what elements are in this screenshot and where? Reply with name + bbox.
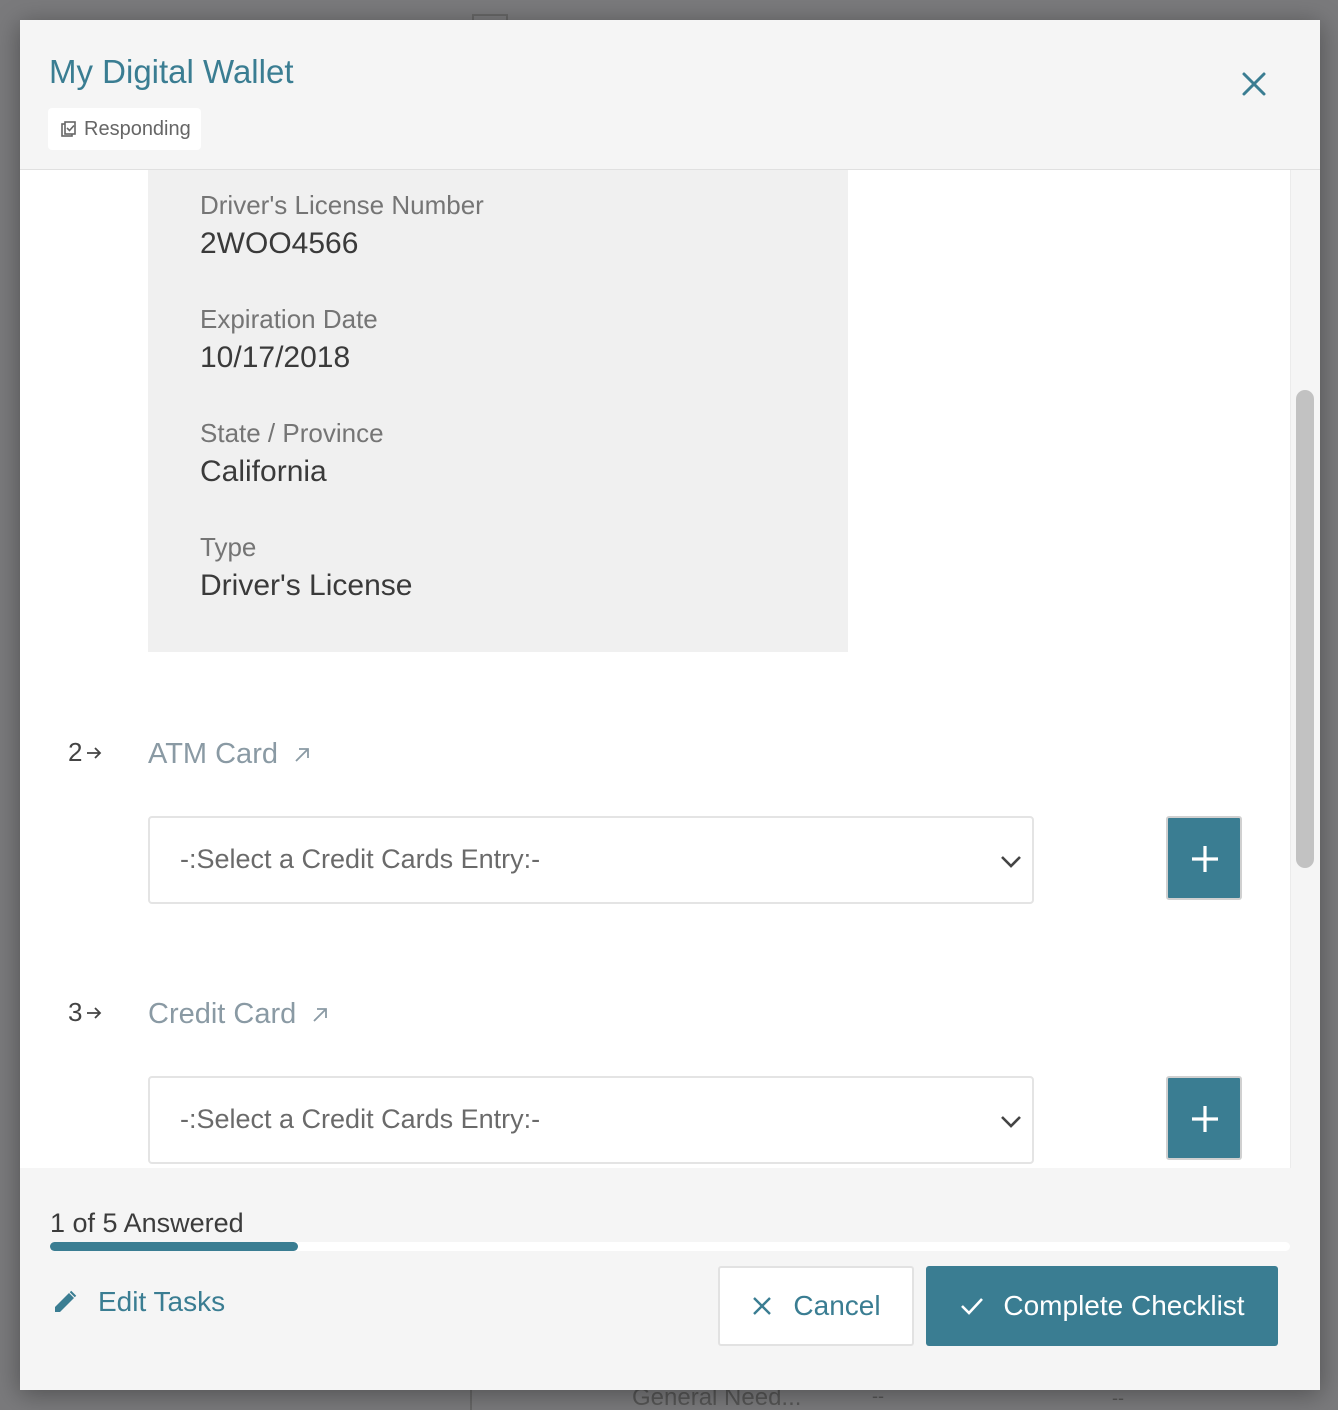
field-state-province: State / Province California [200,418,384,489]
background-dash: -- [1112,1388,1124,1408]
credit-card-select[interactable]: -:Select a Credit Cards Entry:- [148,1076,1034,1164]
task-title-text: Credit Card [148,998,297,1030]
cancel-button[interactable]: Cancel [718,1266,914,1346]
field-value: California [200,455,327,488]
background-row-edge [470,1388,510,1410]
add-credit-card-button[interactable] [1166,1076,1242,1160]
task-number: 3 [68,997,104,1028]
edit-tasks-label: Edit Tasks [98,1286,226,1317]
select-value: -:Select a Credit Cards Entry:- [180,1104,541,1134]
plus-icon [1192,1106,1218,1132]
checkmark-icon [961,1298,984,1315]
progress-fill [50,1242,298,1251]
modal-footer: 1 of 5 Answered Edit Tasks Cancel Comple… [20,1168,1320,1390]
task-number: 2 [68,737,104,768]
cancel-label: Cancel [793,1290,881,1321]
add-atm-card-button[interactable] [1166,816,1242,900]
arrow-right-icon [87,1006,102,1019]
field-label: State / Province [200,418,384,448]
close-button[interactable] [1238,68,1270,100]
edit-tasks-link[interactable]: Edit Tasks [52,1286,225,1318]
checklist-modal: My Digital Wallet Responding Driver's Li… [20,20,1320,1390]
pencil-icon [55,1290,77,1312]
field-value: 10/17/2018 [200,341,351,374]
field-value: Driver's License [200,569,413,602]
scrollbar-thumb[interactable] [1296,390,1314,868]
chevron-down-icon [1001,856,1021,868]
progress-bar [50,1242,1290,1251]
task-number-text: 2 [68,737,83,767]
task-title-text: ATM Card [148,738,278,770]
field-license-number: Driver's License Number 2WOO4566 [200,190,484,261]
task-number-text: 3 [68,997,83,1027]
chevron-down-icon [1001,1116,1021,1128]
responding-icon [61,121,76,137]
field-label: Expiration Date [200,304,378,334]
field-label: Type [200,532,257,562]
modal-body: Driver's License Number 2WOO4566 Expirat… [20,170,1320,1168]
record-details-card: Driver's License Number 2WOO4566 Expirat… [148,170,848,652]
modal-title: My Digital Wallet [49,53,294,90]
task-title-atm-card: ATM Card [148,738,312,771]
complete-label: Complete Checklist [1003,1290,1245,1321]
field-type: Type Driver's License [200,532,412,603]
complete-checklist-button[interactable]: Complete Checklist [926,1266,1278,1346]
atm-card-select[interactable]: -:Select a Credit Cards Entry:- [148,816,1034,904]
plus-icon [1192,846,1218,872]
status-badge: Responding [48,108,201,150]
modal-header: My Digital Wallet Responding [20,20,1320,170]
progress-text: 1 of 5 Answered [50,1208,244,1238]
arrow-right-icon [87,746,102,759]
close-icon [1242,72,1266,96]
field-value: 2WOO4566 [200,227,359,260]
task-title-credit-card: Credit Card [148,998,330,1031]
close-icon [753,1297,772,1315]
field-expiration-date: Expiration Date 10/17/2018 [200,304,378,375]
select-value: -:Select a Credit Cards Entry:- [180,844,541,874]
status-text: Responding [84,117,191,140]
field-label: Driver's License Number [200,190,484,220]
external-link-icon[interactable] [292,745,312,765]
external-link-icon[interactable] [310,1005,330,1025]
